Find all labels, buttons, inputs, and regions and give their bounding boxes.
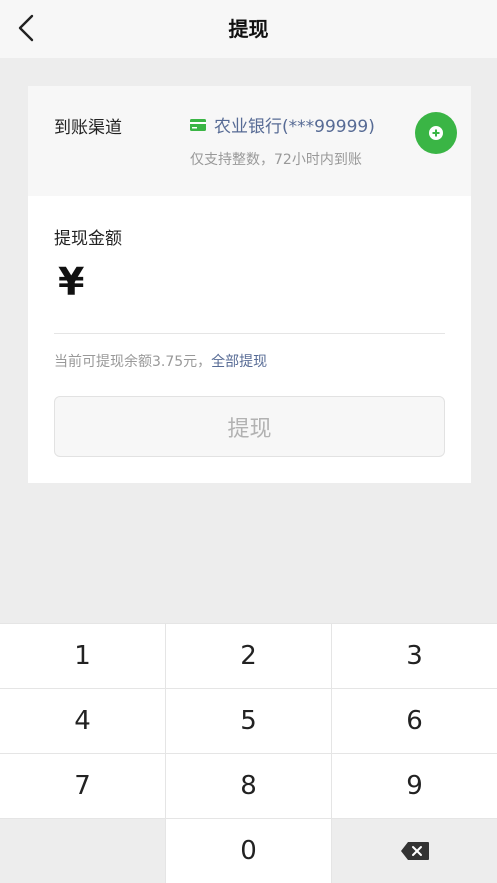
channel-label: 到账渠道: [54, 118, 122, 138]
key-4[interactable]: 4: [0, 689, 165, 753]
nav-bar: 提现: [0, 0, 497, 58]
key-3[interactable]: 3: [332, 624, 497, 688]
balance-line: 当前可提现余额3.75元，全部提现: [54, 351, 267, 371]
key-blank: [0, 819, 165, 883]
numeric-keypad: 1 2 3 4 5 6 7 8 9 0: [0, 623, 497, 883]
amount-input[interactable]: [100, 262, 440, 314]
add-card-button[interactable]: [415, 112, 457, 154]
bank-card-selector[interactable]: 农业银行(***99999): [190, 112, 375, 137]
withdraw-button[interactable]: 提现: [54, 396, 445, 457]
key-2[interactable]: 2: [166, 624, 331, 688]
backspace-icon: [400, 842, 429, 860]
key-9[interactable]: 9: [332, 754, 497, 818]
plus-circle-icon: [429, 126, 443, 140]
channel-card: 到账渠道 农业银行(***99999) 仅支持整数，72小时内到账: [28, 86, 471, 196]
bank-name: 农业银行(***99999): [214, 117, 375, 137]
key-0[interactable]: 0: [166, 819, 331, 883]
bank-card-icon: [190, 118, 206, 131]
key-8[interactable]: 8: [166, 754, 331, 818]
withdraw-all-link[interactable]: 全部提现: [211, 354, 267, 370]
page-title: 提现: [228, 17, 269, 41]
key-7[interactable]: 7: [0, 754, 165, 818]
delete-key[interactable]: [332, 819, 497, 883]
currency-symbol: ¥: [58, 260, 85, 304]
bank-note: 仅支持整数，72小时内到账: [190, 152, 362, 168]
key-5[interactable]: 5: [166, 689, 331, 753]
balance-text: 当前可提现余额3.75元，: [54, 354, 212, 370]
divider: [54, 333, 445, 334]
amount-card: 提现金额 ¥ 当前可提现余额3.75元，全部提现 提现: [28, 196, 471, 483]
amount-label: 提现金额: [54, 229, 122, 249]
key-1[interactable]: 1: [0, 624, 165, 688]
key-6[interactable]: 6: [332, 689, 497, 753]
